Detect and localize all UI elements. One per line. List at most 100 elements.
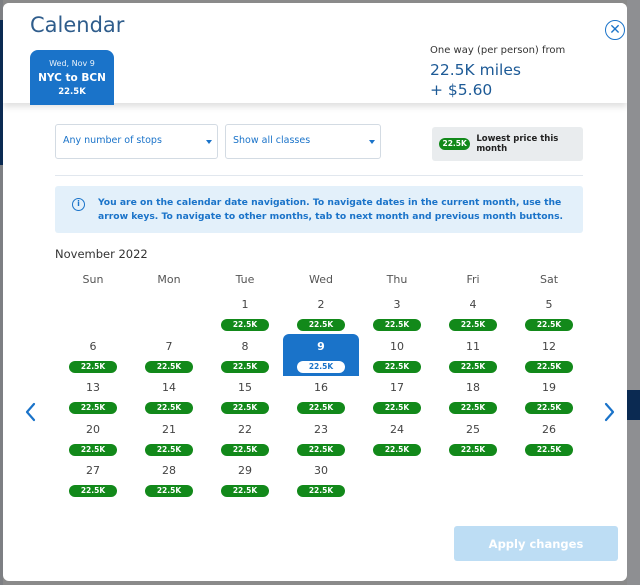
day-price-pill: 22.5K	[525, 360, 573, 373]
calendar-day[interactable]: 17 22.5K	[359, 375, 435, 417]
classes-select[interactable]: Show all classes	[225, 124, 381, 159]
day-price-pill: 22.5K	[69, 402, 117, 414]
day-price-pill: 22.5K	[297, 485, 345, 497]
day-price-pill: 22.5K	[525, 319, 573, 331]
stops-select-value: Any number of stops	[63, 135, 162, 146]
chevron-left-icon	[25, 402, 36, 422]
next-month-button[interactable]	[601, 400, 617, 424]
legend-text: Lowest price this month	[476, 134, 559, 154]
day-price-pill: 22.5K	[145, 485, 193, 497]
calendar-day[interactable]: 13 22.5K	[55, 375, 131, 417]
calendar-day[interactable]: 7 22.5K	[131, 334, 207, 376]
calendar-day[interactable]: 11 22.5K	[435, 334, 511, 376]
calendar-day[interactable]: 18 22.5K	[435, 375, 511, 417]
day-number: 15	[238, 381, 252, 394]
day-price-pill: 22.5K	[449, 360, 497, 373]
lowest-price-legend: 22.5K Lowest price this month	[432, 127, 583, 161]
day-price-pill: 22.5K	[145, 360, 193, 373]
calendar-day[interactable]: 4 22.5K	[435, 292, 511, 334]
divider	[55, 175, 583, 176]
calendar-modal: Calendar ✕ Wed, Nov 9 NYC to BCN 22.5K O…	[3, 3, 627, 581]
calendar-day[interactable]: 16 22.5K	[283, 375, 359, 417]
modal-title: Calendar	[30, 13, 125, 37]
calendar-day[interactable]: 9 22.5K	[283, 333, 359, 376]
calendar-day[interactable]: 5 22.5K	[511, 292, 587, 334]
day-number: 27	[86, 464, 100, 477]
day-number: 28	[162, 464, 176, 477]
day-price-pill: 22.5K	[221, 485, 269, 497]
calendar-day[interactable]: 28 22.5K	[131, 458, 207, 500]
day-number: 12	[542, 339, 556, 353]
calendar-day[interactable]: 12 22.5K	[511, 334, 587, 376]
calendar-day[interactable]: 3 22.5K	[359, 292, 435, 334]
info-icon: i	[72, 198, 85, 211]
fare-label: One way (per person) from	[430, 45, 566, 56]
previous-month-button[interactable]	[23, 400, 39, 424]
day-price-pill: 22.5K	[297, 443, 345, 456]
calendar-grid: 1 22.5K 2 22.5K 3 22.5K 4 22.5K 5 22.5K 6 22.5K 7 22.…	[55, 298, 587, 510]
calendar-day[interactable]: 25 22.5K	[435, 417, 511, 459]
day-price-pill: 22.5K	[449, 402, 497, 414]
day-number: 14	[162, 381, 176, 394]
classes-select-value: Show all classes	[233, 135, 311, 146]
apply-changes-button[interactable]: Apply changes	[454, 526, 618, 561]
calendar-day[interactable]: 27 22.5K	[55, 458, 131, 500]
calendar-day[interactable]: 1 22.5K	[207, 292, 283, 334]
day-price-pill: 22.5K	[297, 319, 345, 331]
weekday-label: Fri	[466, 273, 480, 286]
day-price-pill: 22.5K	[69, 360, 117, 373]
day-price-pill: 22.5K	[145, 402, 193, 414]
calendar-day[interactable]: 15 22.5K	[207, 375, 283, 417]
calendar-day[interactable]: 30 22.5K	[283, 458, 359, 500]
day-price-pill: 22.5K	[297, 402, 345, 414]
calendar-day[interactable]: 19 22.5K	[511, 375, 587, 417]
day-number: 29	[238, 464, 252, 477]
selected-trip-tab[interactable]: Wed, Nov 9 NYC to BCN 22.5K	[30, 50, 114, 105]
calendar-day[interactable]: 22 22.5K	[207, 417, 283, 459]
weekday-label: Mon	[157, 273, 181, 286]
day-price-pill: 22.5K	[525, 443, 573, 456]
calendar-day[interactable]: 21 22.5K	[131, 417, 207, 459]
weekday-label: Sun	[82, 273, 104, 286]
day-number: 19	[542, 381, 556, 394]
trip-date: Wed, Nov 9	[49, 59, 95, 68]
calendar-day[interactable]: 29 22.5K	[207, 458, 283, 500]
calendar-day[interactable]: 2 22.5K	[283, 292, 359, 334]
calendar-day[interactable]: 24 22.5K	[359, 417, 435, 459]
day-number: 11	[466, 339, 480, 353]
calendar-day[interactable]: 20 22.5K	[55, 417, 131, 459]
calendar-day[interactable]: 26 22.5K	[511, 417, 587, 459]
legend-price-pill: 22.5K	[439, 138, 471, 150]
day-number: 18	[466, 381, 480, 394]
day-price-pill: 22.5K	[373, 443, 421, 456]
day-number: 10	[390, 339, 404, 353]
day-number: 7	[165, 339, 173, 353]
day-price-pill: 22.5K	[69, 443, 117, 456]
calendar-day[interactable]: 8 22.5K	[207, 334, 283, 376]
close-icon: ✕	[609, 22, 621, 38]
day-number: 22	[238, 422, 252, 436]
day-price-pill: 22.5K	[221, 319, 269, 331]
stops-select[interactable]: Any number of stops	[55, 124, 218, 159]
info-text: You are on the calendar date navigation.…	[98, 197, 564, 222]
close-button[interactable]: ✕	[605, 20, 625, 40]
day-price-pill: 22.5K	[525, 402, 573, 414]
chevron-right-icon	[604, 402, 615, 422]
weekday-label: Sat	[539, 273, 559, 286]
day-number: 30	[314, 464, 328, 477]
day-number: 23	[314, 422, 328, 436]
calendar-day[interactable]: 23 22.5K	[283, 417, 359, 459]
day-number: 17	[390, 381, 404, 394]
day-price-pill: 22.5K	[221, 360, 269, 373]
day-price-pill: 22.5K	[69, 485, 117, 497]
calendar-day[interactable]: 6 22.5K	[55, 334, 131, 376]
calendar-day[interactable]: 14 22.5K	[131, 375, 207, 417]
day-number: 13	[86, 381, 100, 394]
fare-cash: + $5.60	[430, 81, 493, 99]
day-number: 20	[86, 422, 100, 436]
day-price-pill: 22.5K	[297, 360, 345, 373]
day-price-pill: 22.5K	[373, 319, 421, 331]
day-number: 24	[390, 422, 404, 436]
day-price-pill: 22.5K	[373, 360, 421, 373]
calendar-day[interactable]: 10 22.5K	[359, 334, 435, 376]
